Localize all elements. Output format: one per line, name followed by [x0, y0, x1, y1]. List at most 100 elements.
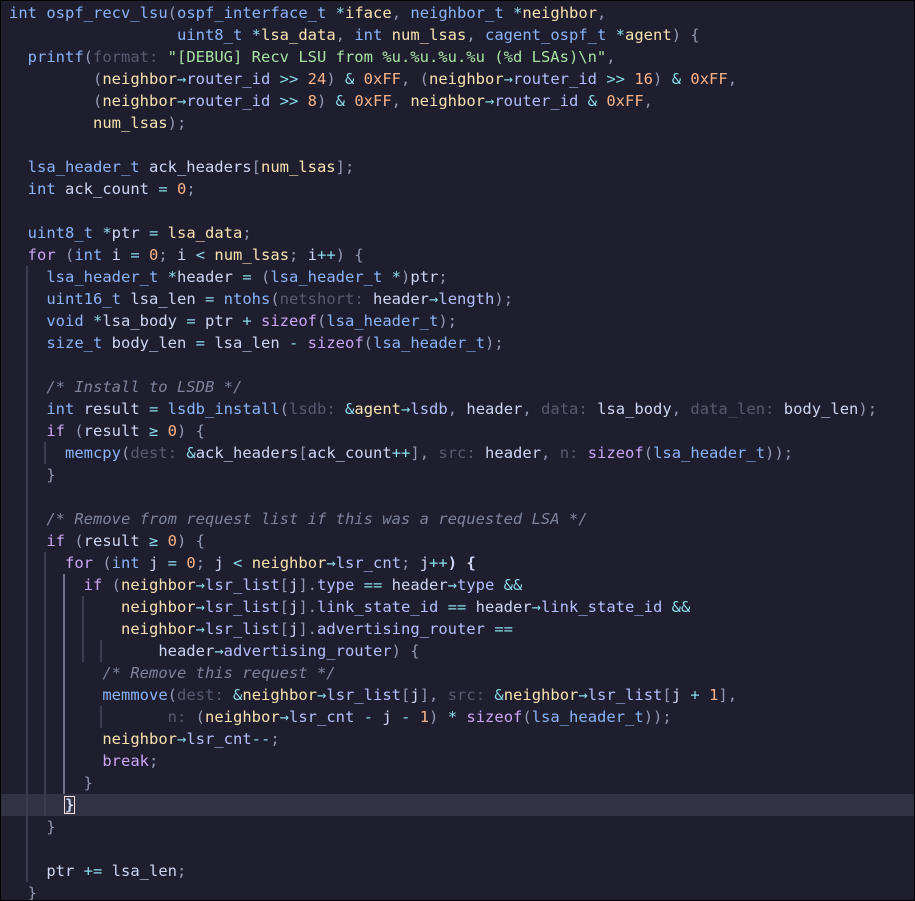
code-line[interactable]: uint8_t *lsa_data, int num_lsas, cagent_… [1, 24, 914, 46]
indent-guide [25, 794, 28, 816]
indent-guide [62, 684, 65, 706]
code-line[interactable]: if (result ≥ 0) { [1, 420, 914, 442]
code-token: lsr_cnt [289, 708, 355, 726]
code-token: 0xFF [354, 92, 392, 110]
code-token: j [214, 554, 224, 572]
code-token: length [438, 290, 495, 308]
code-line[interactable]: } [1, 772, 914, 794]
code-token: lsa_header_t [373, 334, 485, 352]
code-line[interactable]: size_t body_len = lsa_len - sizeof(lsa_h… [1, 332, 914, 354]
code-line[interactable]: n: (neighbor→lsr_cnt - j - 1) * sizeof(l… [1, 706, 914, 728]
code-line[interactable]: neighbor→lsr_list[j].advertising_router … [1, 618, 914, 640]
code-line[interactable]: void *lsa_body = ptr + sizeof(lsa_header… [1, 310, 914, 332]
code-text: if (neighbor→lsr_list[j].type == header→… [84, 574, 523, 596]
code-line[interactable]: num_lsas); [1, 112, 914, 134]
code-line[interactable]: lsa_header_t *header = (lsa_header_t *)p… [1, 266, 914, 288]
code-token: 8 [307, 92, 317, 110]
code-line[interactable] [1, 200, 914, 222]
code-line[interactable]: header→advertising_router) { [1, 640, 914, 662]
code-line[interactable]: } [1, 464, 914, 486]
indent-guide [44, 662, 47, 684]
code-token: i [177, 246, 187, 264]
code-line[interactable]: int ack_count = 0; [1, 178, 914, 200]
code-line[interactable]: /* Install to LSDB */ [1, 376, 914, 398]
code-token: ≥ [139, 422, 168, 440]
code-text: memcpy(dest: &ack_headers[ack_count++], … [65, 442, 793, 464]
code-token: ptr [410, 268, 439, 286]
code-line[interactable]: memcpy(dest: &ack_headers[ack_count++], … [1, 442, 914, 464]
indent-guide [44, 728, 47, 750]
indent-guide [25, 332, 28, 354]
code-token: ) { [447, 554, 476, 572]
code-editor[interactable]: int ospf_recv_lsu(ospf_interface_t *ifac… [0, 0, 915, 901]
code-line[interactable] [1, 486, 914, 508]
code-token: void [46, 312, 84, 330]
code-token: } [27, 884, 37, 901]
code-token: [ [279, 620, 289, 638]
code-line[interactable]: neighbor→lsr_list[j].link_state_id == he… [1, 596, 914, 618]
code-token: lsr_list [204, 598, 280, 616]
code-line[interactable]: memmove(dest: &neighbor→lsr_list[j], src… [1, 684, 914, 706]
code-line[interactable]: break; [1, 750, 914, 772]
code-line[interactable]: uint16_t lsa_len = ntohs(netshort: heade… [1, 288, 914, 310]
code-line[interactable]: if (neighbor→lsr_list[j].type == header→… [1, 574, 914, 596]
code-token: = [158, 554, 187, 572]
code-token: body_len [111, 334, 187, 352]
code-token: [ [662, 686, 672, 704]
code-token: → [485, 92, 495, 110]
code-token: & [233, 686, 243, 704]
code-token: , [727, 70, 738, 88]
code-line[interactable]: /* Remove from request list if this was … [1, 508, 914, 530]
code-line[interactable]: lsa_header_t ack_headers[num_lsas]; [1, 156, 914, 178]
code-line[interactable]: uint8_t *ptr = lsa_data; [1, 222, 914, 244]
code-token: sizeof [261, 312, 317, 330]
indent-guide [25, 376, 28, 398]
code-line[interactable]: ptr += lsa_len; [1, 860, 914, 882]
code-line[interactable]: /* Remove this request */ [1, 662, 914, 684]
code-line[interactable] [1, 838, 914, 860]
code-token: && [662, 598, 691, 616]
code-token: ( [102, 576, 121, 594]
code-line[interactable]: if (result ≥ 0) { [1, 530, 914, 552]
code-line[interactable]: neighbor→lsr_cnt--; [1, 728, 914, 750]
code-token: break [102, 752, 149, 770]
code-text: n: (neighbor→lsr_cnt - j - 1) * sizeof(l… [102, 706, 672, 728]
code-token: ( [120, 444, 131, 462]
code-token: == [354, 576, 392, 594]
code-token: ) { [391, 642, 420, 660]
code-token: ; [289, 246, 308, 264]
code-text: for (int i = 0; i < num_lsas; i++) { [28, 244, 364, 266]
code-line[interactable]: int result = lsdb_install(lsdb: &agent→l… [1, 398, 914, 420]
code-line[interactable]: } [1, 794, 914, 816]
code-line[interactable]: (neighbor→router_id >> 24) & 0xFF, (neig… [1, 68, 914, 90]
code-line[interactable] [1, 354, 914, 376]
code-line[interactable]: for (int i = 0; i < num_lsas; i++) { [1, 244, 914, 266]
code-token: ) { [177, 422, 206, 440]
code-token: cagent_ospf_t [485, 26, 607, 44]
code-line[interactable] [1, 134, 914, 156]
indent-guide [25, 486, 28, 508]
code-token: = [177, 312, 205, 330]
code-token: if [46, 532, 65, 550]
code-token: neighbor [205, 708, 280, 726]
code-token: body_len [783, 400, 859, 418]
code-token: for [64, 554, 93, 572]
code-token: ospf_interface_t [177, 4, 327, 22]
code-line[interactable]: } [1, 882, 914, 901]
code-line[interactable]: } [1, 816, 914, 838]
code-token: → [176, 730, 187, 748]
code-token: lsr_cnt [186, 730, 252, 748]
code-line[interactable]: printf(format: "[DEBUG] Recv LSU from %u… [1, 46, 914, 68]
code-token: * [102, 224, 112, 242]
code-text: int ack_count = 0; [28, 178, 196, 200]
code-token: ( [270, 290, 280, 308]
code-text: void *lsa_body = ptr + sizeof(lsa_header… [46, 310, 457, 332]
code-line[interactable]: (neighbor→router_id >> 8) & 0xFF, neighb… [1, 90, 914, 112]
code-line[interactable]: for (int j = 0; j < neighbor→lsr_cnt; j+… [1, 552, 914, 574]
code-token: lsr_list [204, 620, 280, 638]
code-line[interactable]: int ospf_recv_lsu(ospf_interface_t *ifac… [1, 2, 914, 24]
indent-guide [44, 552, 47, 574]
